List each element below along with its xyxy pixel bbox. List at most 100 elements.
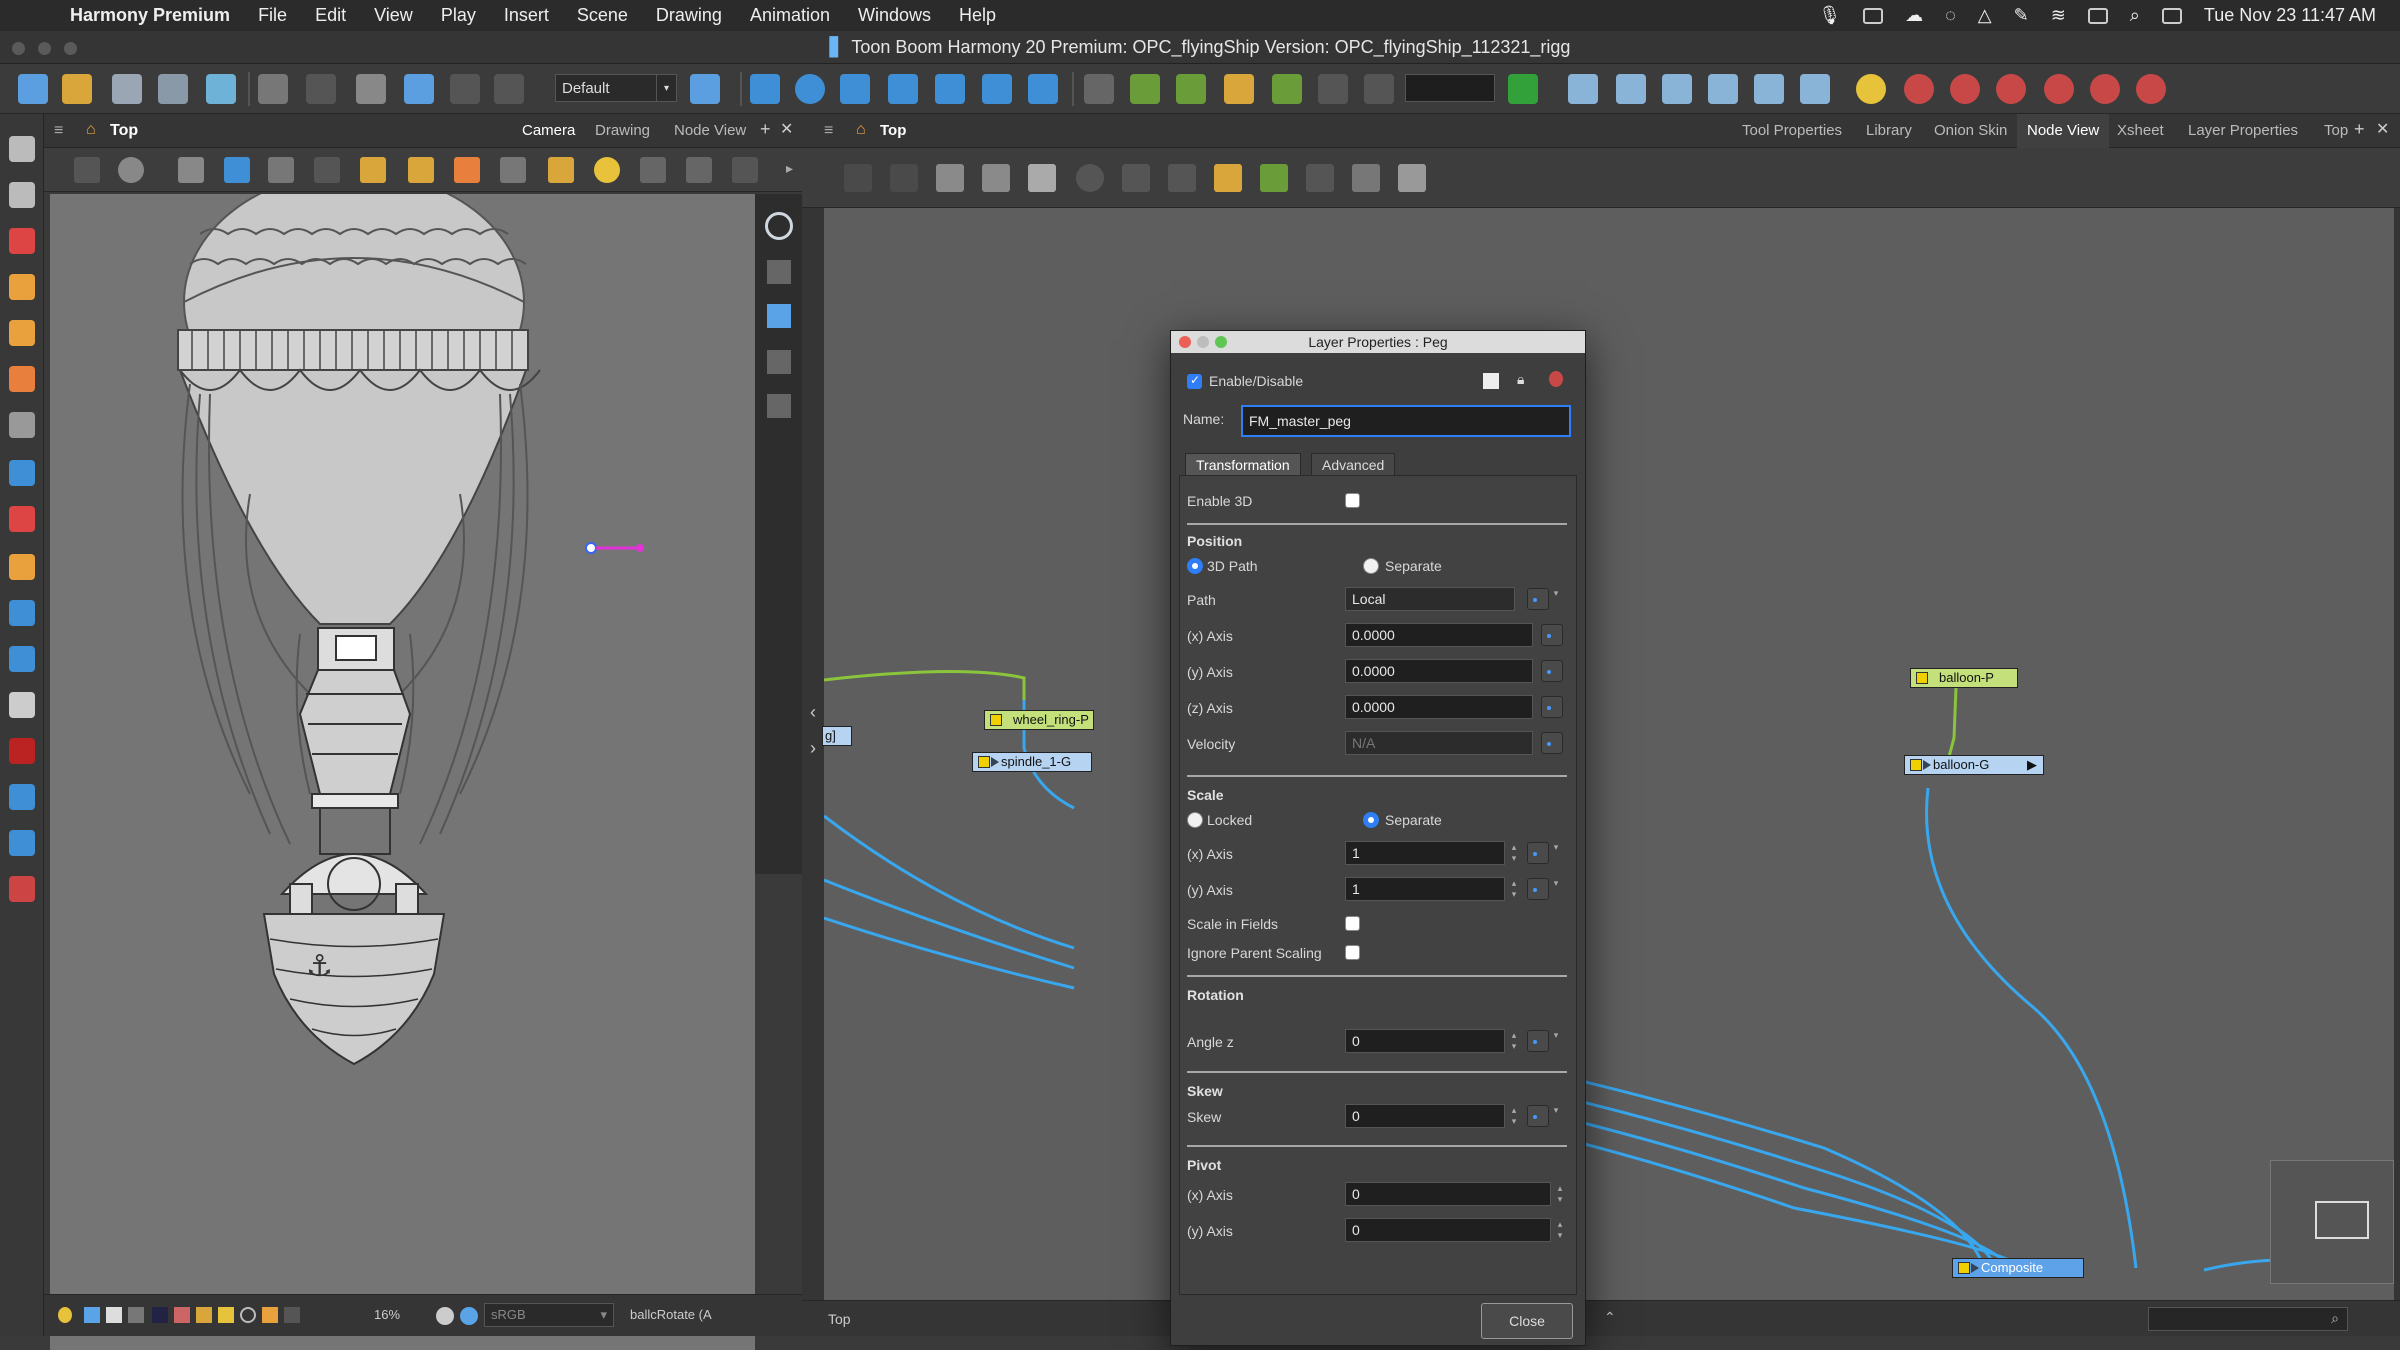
node-balloon-group[interactable]: balloon-G ▶ <box>1904 755 2044 775</box>
position-y-field[interactable]: 0.0000 <box>1345 659 1533 683</box>
view-3d-icon-5[interactable] <box>1754 74 1784 104</box>
brush-tool-icon[interactable] <box>9 228 35 254</box>
settings-gear-icon[interactable] <box>118 157 144 183</box>
microphone-icon[interactable]: 🎙 <box>1818 5 1841 26</box>
key-k-icon[interactable] <box>1904 74 1934 104</box>
floor-icon[interactable] <box>640 157 666 183</box>
tab-advanced[interactable]: Advanced <box>1311 453 1396 475</box>
stamp-tool-icon[interactable] <box>9 320 35 346</box>
render-icon[interactable] <box>84 1307 100 1323</box>
menu-drawing[interactable]: Drawing <box>656 5 722 26</box>
tab-camera[interactable]: Camera <box>512 114 585 148</box>
ungroup-icon[interactable] <box>982 164 1010 192</box>
camera-mask-icon[interactable] <box>262 1307 278 1323</box>
text-tool-icon[interactable] <box>9 412 35 438</box>
open-scene-icon[interactable] <box>62 74 92 104</box>
stage-icon[interactable] <box>686 157 712 183</box>
tree-icon[interactable] <box>1260 164 1288 192</box>
cutter-tool-icon[interactable] <box>9 784 35 810</box>
minimize-dialog-icon[interactable] <box>1197 336 1209 348</box>
close-panel-icon[interactable]: ✕ <box>2376 119 2389 139</box>
polyline-tool-icon[interactable] <box>9 830 35 856</box>
zoom-level[interactable]: 16% <box>374 1307 400 1322</box>
onion-icon[interactable] <box>152 1307 168 1323</box>
view-options-icon[interactable] <box>732 157 758 183</box>
rectangle-tool-icon[interactable] <box>9 460 35 486</box>
scale-in-fields-checkbox[interactable] <box>1345 916 1360 931</box>
home-icon[interactable]: ⌂ <box>86 121 96 139</box>
green-flag-icon[interactable] <box>1508 74 1538 104</box>
tab-tool-properties[interactable]: Tool Properties <box>1732 114 1852 148</box>
animate-mode-icon[interactable] <box>74 157 100 183</box>
import-icon[interactable] <box>206 74 236 104</box>
bulb-status-icon[interactable] <box>58 1307 72 1323</box>
hand-tool-icon[interactable] <box>9 692 35 718</box>
enable-checkbox[interactable] <box>1187 373 1202 389</box>
add-tab-icon[interactable]: + <box>2354 119 2365 140</box>
app-menu[interactable]: Harmony Premium <box>70 5 230 26</box>
enable-3d-checkbox[interactable] <box>1345 493 1360 508</box>
add-group-icon[interactable] <box>1176 74 1206 104</box>
constraint-icon[interactable] <box>1364 74 1394 104</box>
layers-icon-1[interactable] <box>767 260 791 284</box>
translate-icon[interactable] <box>1028 74 1058 104</box>
adobe-icon[interactable]: △ <box>1978 5 1992 26</box>
grid-icon[interactable] <box>178 157 204 183</box>
add-peg-icon[interactable] <box>1130 74 1160 104</box>
scale-separate-radio[interactable] <box>1363 812 1379 828</box>
key-icon[interactable] <box>1318 74 1348 104</box>
panel-menu-icon[interactable]: ≡ <box>824 122 833 140</box>
rotate-tool-icon[interactable] <box>9 646 35 672</box>
tab-node-view[interactable]: Node View <box>2017 114 2110 148</box>
close-button[interactable]: Close <box>1481 1303 1573 1339</box>
preview-icon[interactable] <box>284 1307 300 1323</box>
more-tools-icon[interactable]: ▸ <box>786 160 793 177</box>
skew-field[interactable]: 0 <box>1345 1104 1505 1128</box>
scale-locked-radio[interactable] <box>1187 812 1203 828</box>
contour-editor-icon[interactable] <box>9 182 35 208</box>
color-space-select[interactable]: sRGB ▾ <box>484 1303 614 1327</box>
tab-node-view[interactable]: Node View <box>664 114 756 148</box>
light-table-icon[interactable] <box>548 157 574 183</box>
lightning-icon[interactable] <box>218 1307 234 1323</box>
paste-icon[interactable] <box>450 74 480 104</box>
copy-icon[interactable] <box>404 74 434 104</box>
node-wheel-ring-peg[interactable]: wheel_ring-P <box>984 710 1094 730</box>
angle-z-field[interactable]: 0 <box>1345 1029 1505 1053</box>
view-3d-icon-4[interactable] <box>1708 74 1738 104</box>
spline-offset-icon[interactable] <box>982 74 1012 104</box>
cable-icon[interactable] <box>1122 164 1150 192</box>
gear-status-icon[interactable] <box>436 1307 454 1325</box>
cut-icon[interactable] <box>356 74 386 104</box>
new-scene-icon[interactable] <box>18 74 48 104</box>
deformer-icon[interactable] <box>1272 74 1302 104</box>
pivot-y-field[interactable]: 0 <box>1345 1218 1551 1242</box>
view-3d-icon-1[interactable] <box>1568 74 1598 104</box>
dropper-tool-icon[interactable] <box>9 554 35 580</box>
save-icon[interactable] <box>112 74 142 104</box>
paint-bucket-icon[interactable] <box>9 506 35 532</box>
position-z-field[interactable]: 0.0000 <box>1345 695 1533 719</box>
tab-onion-skin[interactable]: Onion Skin <box>1924 114 2017 148</box>
maintain-size-icon[interactable] <box>935 74 965 104</box>
camera-node-icon[interactable] <box>1076 164 1104 192</box>
add-tab-icon[interactable]: + <box>760 119 771 140</box>
path-function-button[interactable] <box>1527 588 1549 610</box>
angle-z-function-button[interactable] <box>1527 1030 1549 1052</box>
wifi-icon[interactable]: ≋ <box>2051 5 2066 26</box>
tab-drawing[interactable]: Drawing <box>585 114 660 148</box>
light-bulb-icon[interactable] <box>1856 74 1886 104</box>
rigging-tool-icon[interactable] <box>9 738 35 764</box>
key-b-icon[interactable] <box>1950 74 1980 104</box>
panel-menu-icon[interactable]: ≡ <box>54 122 63 140</box>
figure-icon[interactable] <box>1398 164 1426 192</box>
node-composite[interactable]: Composite <box>1952 1258 2084 1278</box>
scale-y-function-button[interactable] <box>1527 878 1549 900</box>
composite-icon[interactable] <box>1214 164 1242 192</box>
time-machine-icon[interactable]: ◌ <box>1945 5 1956 26</box>
tab-layer-properties[interactable]: Layer Properties <box>2178 114 2308 148</box>
menu-file[interactable]: File <box>258 5 287 26</box>
minimize-window-button[interactable] <box>38 42 51 55</box>
redo-icon[interactable] <box>306 74 336 104</box>
menu-edit[interactable]: Edit <box>315 5 346 26</box>
